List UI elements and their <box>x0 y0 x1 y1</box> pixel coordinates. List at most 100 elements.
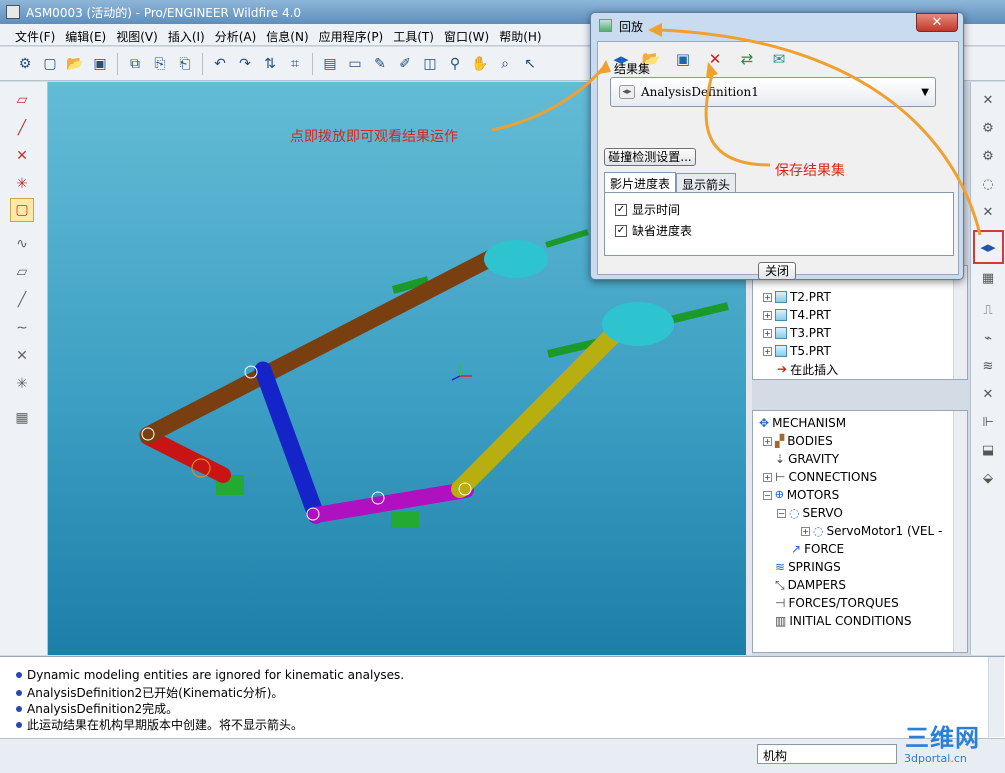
export-icon[interactable]: ⇄ <box>736 48 758 70</box>
expand-icon[interactable]: + <box>763 472 772 482</box>
window-icon[interactable]: ▭ <box>344 53 366 75</box>
tree-row[interactable]: + T3.PRT <box>763 324 831 342</box>
tree-row[interactable]: − ◌ SERVO <box>777 504 843 522</box>
menu-tools[interactable]: 工具(T) <box>390 24 441 45</box>
model-tree-scrollbar[interactable] <box>953 266 967 379</box>
import-icon[interactable]: ✉ <box>768 48 790 70</box>
damper-icon[interactable]: ⌁ <box>976 326 1000 350</box>
select-icon[interactable]: ↖ <box>519 53 541 75</box>
tree-row[interactable]: + T2.PRT <box>763 288 831 306</box>
find-icon[interactable]: ⌗ <box>284 53 306 75</box>
menu-file[interactable]: 文件(F) <box>12 24 62 45</box>
tree-row[interactable]: ✥ MECHANISM <box>759 414 846 432</box>
playback-icon[interactable]: ◂▸ <box>976 235 1000 259</box>
datum-axis-icon[interactable]: ╱ <box>10 288 34 312</box>
csys-display-icon[interactable]: ✳ <box>10 172 34 196</box>
mass-properties-icon[interactable]: ⬓ <box>976 438 1000 462</box>
cam-icon[interactable]: ⚙ <box>976 116 1000 140</box>
menu-applications[interactable]: 应用程序(P) <box>316 24 391 45</box>
result-set-select[interactable]: ◂▸ AnalysisDefinition1 ▼ <box>610 77 936 107</box>
datum-plane-icon[interactable]: ▱ <box>10 260 34 284</box>
initial-condition-icon[interactable]: ⊩ <box>976 410 1000 434</box>
layer-icon[interactable]: ▤ <box>319 53 341 75</box>
tab-show-arrows[interactable]: 显示箭头 <box>676 173 737 193</box>
view-icon[interactable]: ◫ <box>419 53 441 75</box>
tree-row[interactable]: ⊣ FORCES/TORQUES <box>775 594 899 612</box>
default-schedule-checkbox[interactable]: ✓ <box>615 224 627 237</box>
tree-row[interactable]: ⇣ GRAVITY <box>775 450 839 468</box>
tree-row[interactable]: ≋ SPRINGS <box>775 558 841 576</box>
expand-icon[interactable]: + <box>763 292 772 302</box>
tree-row[interactable]: ⤡ DAMPERS <box>775 576 846 594</box>
gravity-icon[interactable]: ⬙ <box>976 466 1000 490</box>
mechanism-mode-icon[interactable]: ⚲ <box>444 53 466 75</box>
spring-icon[interactable]: ⎍ <box>976 298 1000 322</box>
menu-view[interactable]: 视图(V) <box>113 24 165 45</box>
menu-window[interactable]: 窗口(W) <box>441 24 496 45</box>
tree-row[interactable]: ➔ 在此插入 <box>777 360 838 378</box>
context-icon[interactable]: ⚙ <box>14 53 36 75</box>
mechanism-display-icon[interactable]: ✕ <box>976 88 1000 112</box>
save-icon[interactable]: ▣ <box>89 53 111 75</box>
tree-row[interactable]: + T5.PRT <box>763 342 831 360</box>
expand-icon[interactable]: + <box>763 346 772 356</box>
tree-row[interactable]: + ▞ BODIES <box>763 432 833 450</box>
annotation-display-icon[interactable]: ▢ <box>10 198 34 222</box>
redo-icon[interactable]: ↷ <box>234 53 256 75</box>
tree-row[interactable]: + T4.PRT <box>763 306 831 324</box>
mechanism-tree-scrollbar[interactable] <box>953 411 967 652</box>
dialog-close-button[interactable]: ✕ <box>916 13 958 32</box>
axis-display-icon[interactable]: ╱ <box>10 116 34 140</box>
delete-icon[interactable]: ✕ <box>704 48 726 70</box>
close-button[interactable]: 关闭 <box>758 262 796 280</box>
drag-icon[interactable]: ✋ <box>469 53 491 75</box>
datum-curve-icon[interactable]: ∿ <box>10 232 34 256</box>
tree-row[interactable]: + ⊢ CONNECTIONS <box>763 468 877 486</box>
sketch-icon[interactable]: ✐ <box>394 53 416 75</box>
render-icon[interactable]: ✎ <box>369 53 391 75</box>
filter-select[interactable]: 机构 <box>757 744 897 764</box>
analysis-icon[interactable]: ✕ <box>976 200 1000 224</box>
tree-row[interactable]: + ◌ ServoMotor1 (VEL - <box>801 522 942 540</box>
force-torque-icon[interactable]: ✕ <box>976 382 1000 406</box>
message-scrollbar[interactable] <box>988 657 1004 737</box>
paste-icon[interactable]: ⎘ <box>149 53 171 75</box>
table-icon[interactable]: ▦ <box>10 406 34 430</box>
spring-coil-icon[interactable]: ≋ <box>976 354 1000 378</box>
sketch-curve-icon[interactable]: ∼ <box>10 316 34 340</box>
menu-edit[interactable]: 编辑(E) <box>62 24 113 45</box>
expand-icon[interactable]: + <box>763 310 772 320</box>
new-file-icon[interactable]: ▢ <box>39 53 61 75</box>
save-icon[interactable]: ▣ <box>672 48 694 70</box>
regenerate-icon[interactable]: ⇅ <box>259 53 281 75</box>
expand-icon[interactable]: + <box>763 436 772 446</box>
point-display-icon[interactable]: ✕ <box>10 144 34 168</box>
menu-help[interactable]: 帮助(H) <box>496 24 548 45</box>
collapse-icon[interactable]: − <box>777 508 786 518</box>
datum-point-icon[interactable]: ✕ <box>10 344 34 368</box>
tree-row[interactable]: ▥ INITIAL CONDITIONS <box>775 612 911 630</box>
open-folder-icon[interactable]: 📂 <box>64 53 86 75</box>
tree-row[interactable]: − ᪠ MOTORS <box>763 486 839 504</box>
csys-icon[interactable]: ✳ <box>10 372 34 396</box>
zoom-icon[interactable]: ⌕ <box>494 53 516 75</box>
show-time-checkbox-row[interactable]: ✓ 显示时间 <box>615 201 680 218</box>
gear-icon[interactable]: ⚙ <box>976 144 1000 168</box>
undo-icon[interactable]: ↶ <box>209 53 231 75</box>
plane-display-icon[interactable]: ▱ <box>10 88 34 112</box>
menu-insert[interactable]: 插入(I) <box>165 24 212 45</box>
expand-icon[interactable]: + <box>801 526 810 536</box>
menu-info[interactable]: 信息(N) <box>263 24 315 45</box>
tree-row[interactable]: ↗ FORCE <box>791 540 844 558</box>
copy-icon[interactable]: ⧉ <box>124 53 146 75</box>
paste-special-icon[interactable]: ⎗ <box>174 53 196 75</box>
collision-settings-button[interactable]: 碰撞检测设置... <box>604 148 696 166</box>
tab-movie-schedule[interactable]: 影片进度表 <box>604 172 677 193</box>
show-time-checkbox[interactable]: ✓ <box>615 203 627 216</box>
collapse-icon[interactable]: − <box>763 490 772 500</box>
measure-icon[interactable]: ▦ <box>976 266 1000 290</box>
motor-icon[interactable]: ◌ <box>976 172 1000 196</box>
menu-analysis[interactable]: 分析(A) <box>212 24 264 45</box>
default-schedule-checkbox-row[interactable]: ✓ 缺省进度表 <box>615 222 692 239</box>
expand-icon[interactable]: + <box>763 328 772 338</box>
